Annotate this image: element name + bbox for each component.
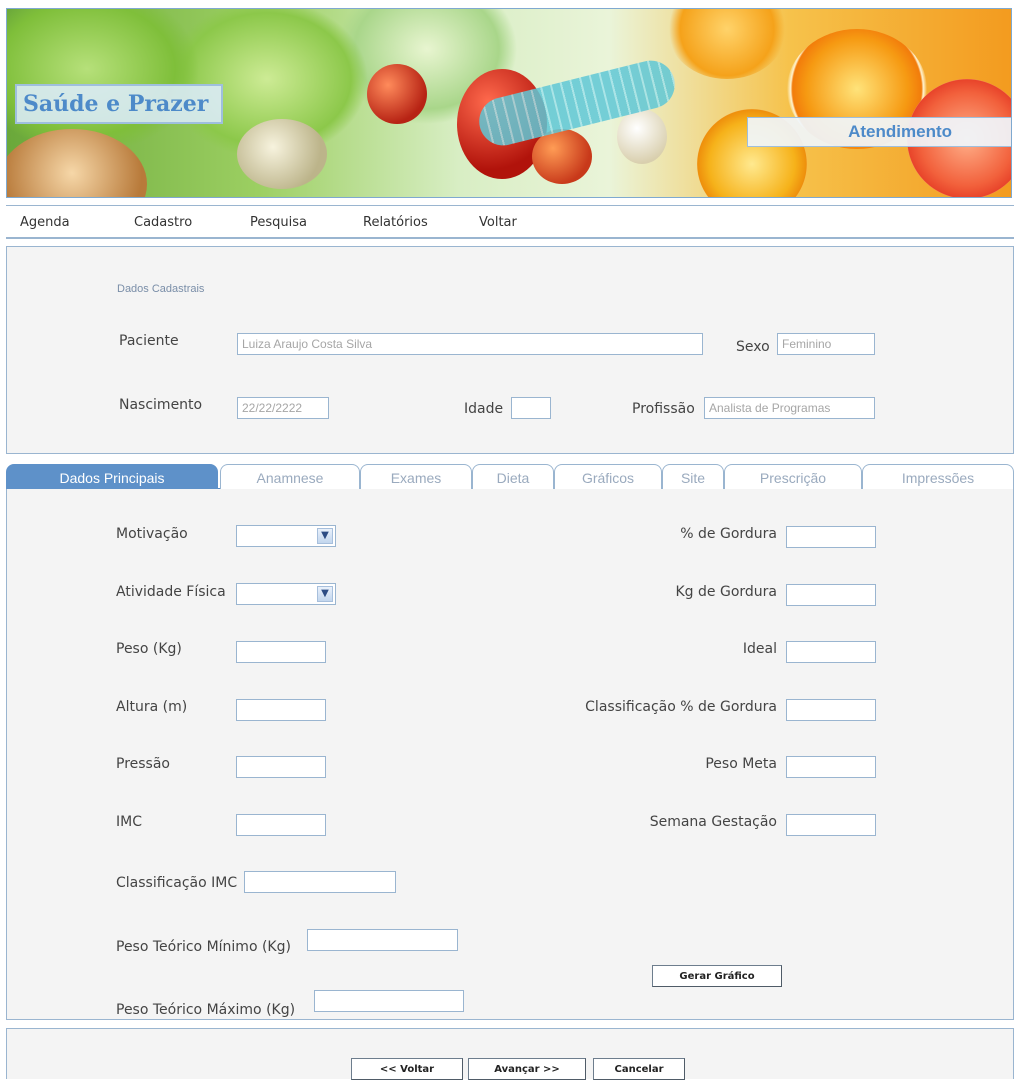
- dados-cadastrais-panel: Dados Cadastrais Paciente Luiza Araujo C…: [6, 246, 1014, 454]
- paciente-field[interactable]: Luiza Araujo Costa Silva: [237, 333, 703, 355]
- perc-gordura-field[interactable]: [786, 526, 876, 548]
- menu-item-relatorios[interactable]: Relatórios: [363, 215, 428, 230]
- altura-field[interactable]: [236, 699, 326, 721]
- idade-label: Idade: [464, 401, 504, 417]
- tab-site[interactable]: Site: [662, 464, 724, 490]
- kg-gordura-field[interactable]: [786, 584, 876, 606]
- gerar-grafico-button[interactable]: Gerar Gráfico: [652, 965, 782, 987]
- paciente-label: Paciente: [119, 333, 179, 349]
- onion-image: [7, 129, 147, 197]
- peso-teorico-maximo-label: Peso Teórico Máximo (Kg): [116, 1002, 296, 1018]
- peso-teorico-maximo-field[interactable]: [314, 990, 464, 1012]
- tab-graficos[interactable]: Gráficos: [554, 464, 662, 490]
- pressao-label: Pressão: [116, 756, 170, 772]
- menu-item-pesquisa[interactable]: Pesquisa: [250, 215, 307, 230]
- atividade-fisica-label: Atividade Física: [116, 584, 226, 600]
- chevron-down-icon[interactable]: ▼: [317, 528, 333, 544]
- logo-text: Saúde e Prazer: [23, 91, 209, 117]
- classificacao-imc-label: Classificação IMC: [116, 875, 238, 891]
- sexo-field[interactable]: Feminino: [777, 333, 875, 355]
- peso-label: Peso (Kg): [116, 641, 182, 657]
- pressao-field[interactable]: [236, 756, 326, 778]
- peso-field[interactable]: [236, 641, 326, 663]
- tab-exames[interactable]: Exames: [360, 464, 472, 490]
- orange-slice-image: [667, 9, 787, 79]
- profissao-label: Profissão: [632, 401, 695, 417]
- footer-bar: << Voltar Avançar >> Cancelar: [6, 1028, 1014, 1080]
- imc-field[interactable]: [236, 814, 326, 836]
- sexo-label: Sexo: [736, 339, 770, 355]
- header-banner: Saúde e Prazer Atendimento: [6, 8, 1012, 198]
- motivacao-label: Motivação: [116, 526, 188, 542]
- peso-meta-field[interactable]: [786, 756, 876, 778]
- menu-item-voltar[interactable]: Voltar: [479, 215, 517, 230]
- logo[interactable]: Saúde e Prazer: [15, 84, 223, 124]
- peso-teorico-minimo-field[interactable]: [307, 929, 458, 951]
- mushroom-image: [617, 109, 667, 164]
- kg-gordura-label: Kg de Gordura: [675, 584, 778, 600]
- tomato-image: [532, 129, 592, 184]
- avancar-button[interactable]: Avançar >>: [468, 1058, 586, 1080]
- imc-label: IMC: [116, 814, 142, 830]
- dados-principais-panel: Motivação ▼ Atividade Física ▼ Peso (Kg)…: [6, 489, 1014, 1020]
- nascimento-field[interactable]: 22/22/2222: [237, 397, 329, 419]
- tab-dados-principais[interactable]: Dados Principais: [6, 464, 218, 490]
- classificacao-gordura-field[interactable]: [786, 699, 876, 721]
- ideal-field[interactable]: [786, 641, 876, 663]
- profissao-field[interactable]: Analista de Programas: [704, 397, 875, 419]
- section-heading: Dados Cadastrais: [117, 283, 205, 295]
- semana-gestacao-label: Semana Gestação: [649, 814, 777, 830]
- semana-gestacao-field[interactable]: [786, 814, 876, 836]
- main-menu: Agenda Cadastro Pesquisa Relatórios Volt…: [6, 205, 1014, 239]
- perc-gordura-label: % de Gordura: [680, 526, 777, 542]
- section-title-box: Atendimento: [747, 117, 1011, 147]
- tomato-image: [367, 64, 427, 124]
- peso-meta-label: Peso Meta: [705, 756, 777, 772]
- atividade-fisica-select[interactable]: ▼: [236, 583, 336, 605]
- ideal-label: Ideal: [742, 641, 777, 657]
- tab-prescricao[interactable]: Prescrição: [724, 464, 862, 490]
- classificacao-imc-field[interactable]: [244, 871, 396, 893]
- tab-anamnese[interactable]: Anamnese: [220, 464, 360, 490]
- menu-item-agenda[interactable]: Agenda: [20, 215, 70, 230]
- menu-item-cadastro[interactable]: Cadastro: [134, 215, 192, 230]
- chevron-down-icon[interactable]: ▼: [317, 586, 333, 602]
- cancelar-button[interactable]: Cancelar: [593, 1058, 685, 1080]
- classificacao-gordura-label: Classificação % de Gordura: [585, 699, 777, 715]
- idade-field[interactable]: [511, 397, 551, 419]
- peso-teorico-minimo-label: Peso Teórico Mínimo (Kg): [116, 939, 291, 955]
- tab-impressoes[interactable]: Impressões: [862, 464, 1014, 490]
- voltar-button[interactable]: << Voltar: [351, 1058, 463, 1080]
- nascimento-label: Nascimento: [119, 397, 203, 413]
- section-title: Atendimento: [848, 122, 952, 141]
- tab-bar: Dados Principais Anamnese Exames Dieta G…: [6, 464, 1014, 490]
- altura-label: Altura (m): [116, 699, 188, 715]
- garlic-image: [237, 119, 327, 189]
- motivacao-select[interactable]: ▼: [236, 525, 336, 547]
- tab-dieta[interactable]: Dieta: [472, 464, 554, 490]
